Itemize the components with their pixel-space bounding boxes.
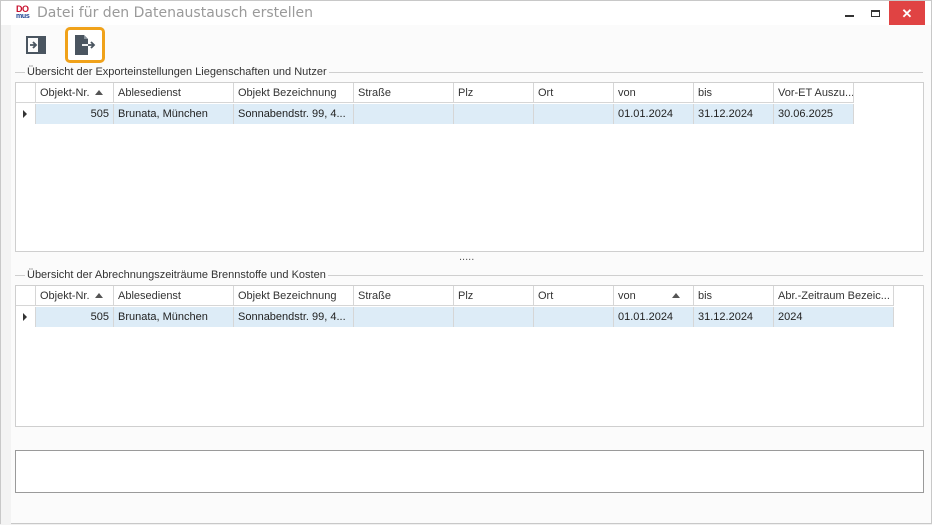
import-icon	[26, 36, 46, 54]
col-plz[interactable]: Plz	[454, 286, 534, 306]
cell-ablesedienst[interactable]: Brunata, München	[114, 104, 234, 124]
cell-strasse[interactable]	[354, 307, 454, 327]
col-objekt-nr[interactable]: Objekt-Nr.	[36, 286, 114, 306]
cell-plz[interactable]	[454, 307, 534, 327]
col-ort[interactable]: Ort	[534, 286, 614, 306]
import-button[interactable]	[21, 30, 51, 60]
col-label: von	[618, 290, 636, 302]
cell-ablesedienst[interactable]: Brunata, München	[114, 307, 234, 327]
cell-objekt-nr[interactable]: 505	[36, 307, 114, 327]
app-logo-icon: DO mus	[15, 4, 33, 22]
app-window: DO mus Datei für den Datenaustausch erst…	[0, 0, 932, 525]
sort-asc-icon	[94, 90, 103, 95]
col-von[interactable]: von	[614, 83, 694, 103]
log-textbox[interactable]	[15, 450, 924, 493]
col-strasse[interactable]: Straße	[354, 286, 454, 306]
maximize-button[interactable]	[861, 1, 889, 25]
cell-strasse[interactable]	[354, 104, 454, 124]
export-icon	[75, 35, 96, 55]
cell-abr-zeitraum[interactable]: 2024	[774, 307, 894, 327]
row-pointer-icon	[23, 313, 27, 321]
cell-ort[interactable]	[534, 307, 614, 327]
col-abr-zeitraum[interactable]: Abr.-Zeitraum Bezeic...	[774, 286, 894, 306]
col-strasse[interactable]: Straße	[354, 83, 454, 103]
row-indicator	[16, 307, 36, 327]
cell-von[interactable]: 01.01.2024	[614, 307, 694, 327]
col-plz[interactable]: Plz	[454, 83, 534, 103]
billing-periods-label: Übersicht der Abrechnungszeiträume Brenn…	[25, 269, 328, 281]
window-title: Datei für den Datenaustausch erstellen	[37, 5, 314, 21]
table-row[interactable]: 505 Brunata, München Sonnabendstr. 99, 4…	[16, 104, 854, 124]
table-row[interactable]: 505 Brunata, München Sonnabendstr. 99, 4…	[16, 307, 894, 327]
header-indicator	[16, 286, 36, 305]
cell-objekt-nr[interactable]: 505	[36, 104, 114, 124]
logo-text-bottom: mus	[16, 13, 30, 20]
col-bis[interactable]: bis	[694, 286, 774, 306]
col-objekt-nr[interactable]: Objekt-Nr.	[36, 83, 114, 103]
billing-periods-grid[interactable]: Objekt-Nr. Ablesedienst Objekt Bezeichnu…	[15, 285, 924, 427]
col-bis[interactable]: bis	[694, 83, 774, 103]
export-settings-header: Objekt-Nr. Ablesedienst Objekt Bezeichnu…	[16, 83, 854, 103]
billing-periods-header: Objekt-Nr. Ablesedienst Objekt Bezeichnu…	[16, 286, 894, 306]
close-icon: ✕	[901, 5, 913, 21]
cell-von[interactable]: 01.01.2024	[614, 104, 694, 124]
col-von[interactable]: von	[614, 286, 694, 306]
sort-asc-icon	[671, 293, 680, 298]
col-objekt-bezeichnung[interactable]: Objekt Bezeichnung	[234, 286, 354, 306]
cell-ort[interactable]	[534, 104, 614, 124]
export-settings-label: Übersicht der Exporteinstellungen Liegen…	[25, 66, 329, 78]
cell-objekt-bezeichnung[interactable]: Sonnabendstr. 99, 4...	[234, 307, 354, 327]
col-ablesedienst[interactable]: Ablesedienst	[114, 83, 234, 103]
sort-asc-icon	[94, 293, 103, 298]
close-button[interactable]: ✕	[889, 1, 925, 25]
header-indicator	[16, 83, 36, 102]
title-bar[interactable]: DO mus Datei für den Datenaustausch erst…	[1, 1, 931, 25]
minimize-button[interactable]	[835, 1, 863, 25]
cell-bis[interactable]: 31.12.2024	[694, 104, 774, 124]
col-objekt-bezeichnung[interactable]: Objekt Bezeichnung	[234, 83, 354, 103]
cell-vor-et-auszug[interactable]: 30.06.2025	[774, 104, 854, 124]
col-label: Objekt-Nr.	[40, 290, 90, 302]
col-label: Objekt-Nr.	[40, 87, 90, 99]
export-settings-grid[interactable]: Objekt-Nr. Ablesedienst Objekt Bezeichnu…	[15, 82, 924, 252]
cell-plz[interactable]	[454, 104, 534, 124]
maximize-icon	[870, 9, 880, 17]
row-indicator	[16, 104, 36, 124]
col-ablesedienst[interactable]: Ablesedienst	[114, 286, 234, 306]
window-edge	[1, 25, 11, 525]
minimize-icon	[844, 15, 854, 17]
col-vor-et-auszug[interactable]: Vor-ET Auszu...	[774, 83, 854, 103]
cell-objekt-bezeichnung[interactable]: Sonnabendstr. 99, 4...	[234, 104, 354, 124]
splitter-handle[interactable]: .....	[459, 251, 474, 263]
cell-bis[interactable]: 31.12.2024	[694, 307, 774, 327]
row-pointer-icon	[23, 110, 27, 118]
toolbar	[15, 27, 923, 64]
col-ort[interactable]: Ort	[534, 83, 614, 103]
export-button[interactable]	[65, 27, 105, 63]
